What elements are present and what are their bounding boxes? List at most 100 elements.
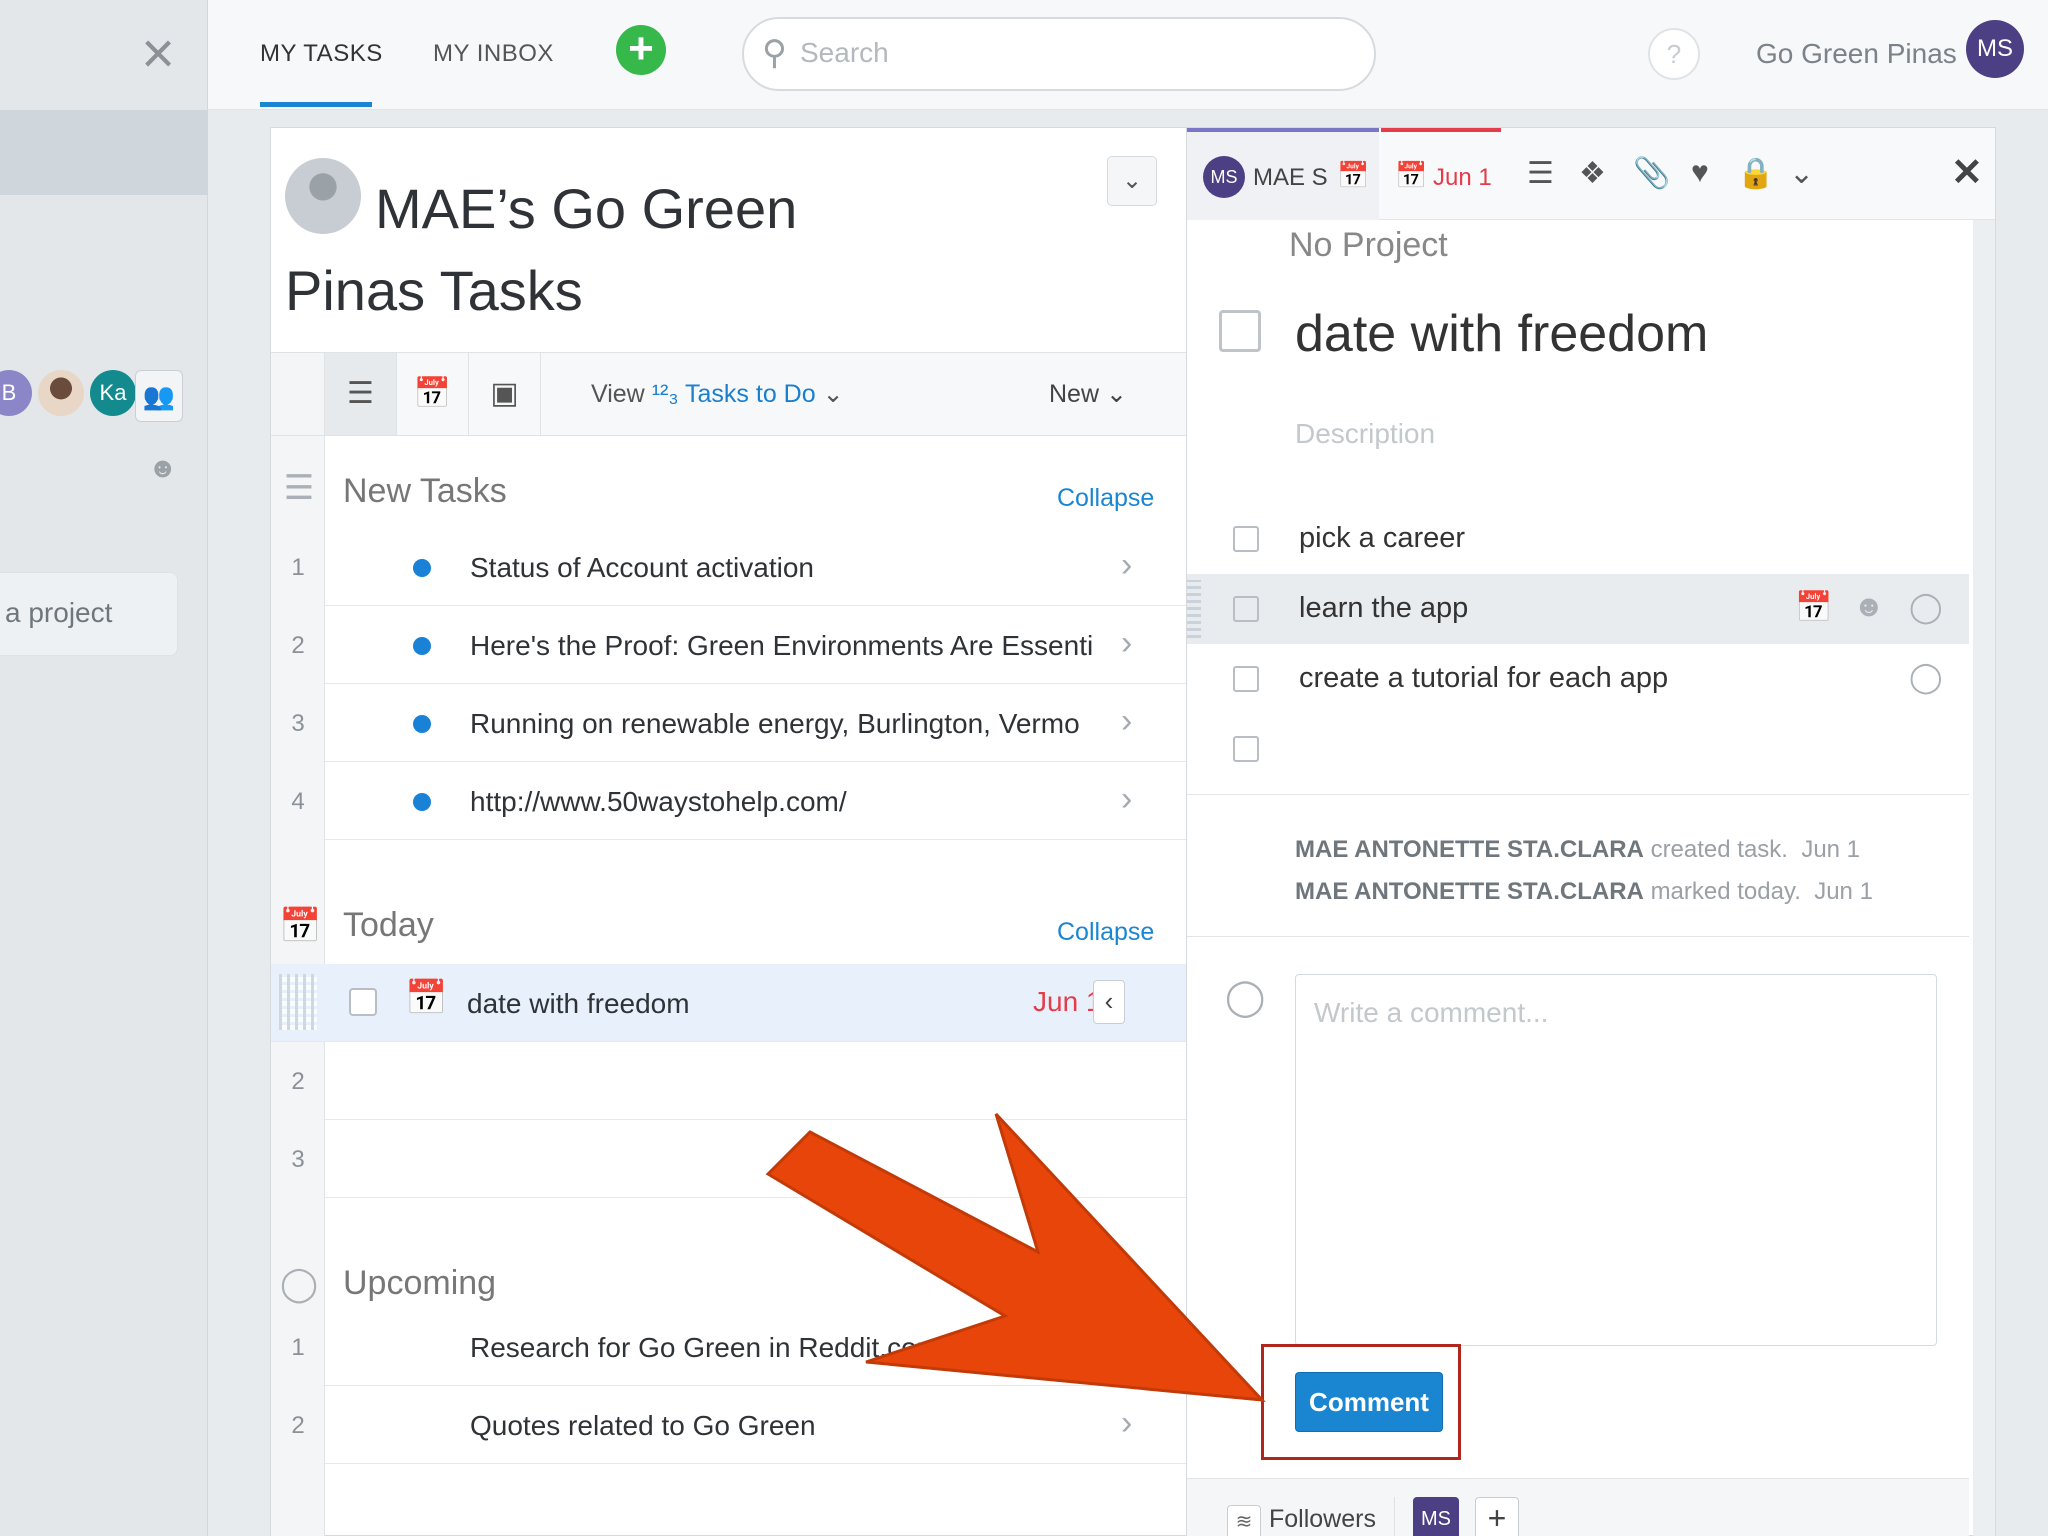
guest-icon[interactable]: ☻ [148,452,177,484]
calendar-view-icon[interactable]: 📅 [397,353,469,435]
person-icon[interactable]: ☻ [1853,590,1885,624]
view-dropdown[interactable]: View ¹²₃ Tasks to Do ⌄ [591,379,844,409]
subtask-checkbox[interactable] [1233,666,1259,692]
chevron-down-icon[interactable]: ⌄ [1789,156,1814,191]
section-title-today: Today [343,906,434,944]
team-avatars: B Ka [0,370,136,416]
attachment-icon[interactable]: 📎 [1633,156,1670,191]
activity-entry: MAE ANTONETTE STA.CLARA created task. Ju… [1295,836,1860,864]
heart-icon[interactable]: ♥ [1691,156,1709,190]
help-icon[interactable]: ? [1648,28,1700,80]
row-number: 1 [291,554,305,581]
task-name: date with freedom [467,988,690,1019]
search-input[interactable] [800,37,1340,69]
subtasks-icon[interactable]: ☰ [1527,156,1554,191]
chevron-down-icon: ⌄ [822,380,844,408]
new-dropdown[interactable]: New ⌄ [1049,379,1127,409]
toolbar-spacer [271,353,325,435]
chevron-right-icon[interactable]: › [1121,702,1132,741]
chevron-right-icon[interactable]: › [1121,780,1132,819]
image-view-icon[interactable]: ▣ [469,353,541,435]
add-task-button[interactable]: + [616,25,666,75]
activity-actor[interactable]: MAE ANTONETTE STA.CLARA [1295,836,1644,863]
add-follower-button[interactable]: + [1475,1497,1519,1536]
avatar[interactable]: Ka [90,370,136,416]
view-filter: Tasks to Do [685,380,816,408]
task-name: Here's the Proof: Green Environments Are… [470,630,1094,661]
scrollbar[interactable] [1973,220,1995,1536]
followers-label: Followers [1269,1505,1376,1533]
user-avatar[interactable]: MS [1966,20,2024,78]
row-number: 3 [291,710,305,737]
due-date-button[interactable]: 📅 Jun 1 [1381,128,1501,220]
clock-icon: ◯ [279,1265,319,1303]
task-row[interactable]: 2 Quotes related to Go Green › [291,1386,1189,1464]
collapse-link[interactable]: Collapse [1057,918,1154,947]
subtask-text[interactable]: create a tutorial for each app [1299,662,1668,695]
search-icon: ⚲ [762,34,787,72]
comment-button[interactable]: Comment [1295,1372,1443,1432]
close-icon[interactable]: × [136,25,180,83]
subtask-row[interactable]: learn the app 📅 ☻ ◯ [1187,574,1969,644]
subtask-checkbox[interactable] [1233,736,1259,762]
people-icon[interactable]: 👥 [135,370,183,422]
comment-icon[interactable]: ◯ [1909,590,1943,625]
tab-my-inbox[interactable]: MY INBOX [433,40,554,68]
chevron-right-icon[interactable]: › [1121,1404,1132,1443]
complete-checkbox[interactable] [1219,310,1261,352]
close-icon[interactable]: ✕ [1951,150,1983,195]
comment-icon[interactable]: ◯ [1909,660,1943,695]
detail-toolbar: MS MAE S 📅 📅 Jun 1 ☰ ❖ 📎 ♥ 🔒 ⌄ ✕ [1187,128,1995,220]
new-label: New [1049,380,1100,408]
subtask-checkbox[interactable] [1233,596,1259,622]
subtask-row[interactable]: pick a career [1187,504,1969,574]
description-field[interactable]: Description [1295,418,1435,450]
subtask-checkbox[interactable] [1233,526,1259,552]
activity-actor[interactable]: MAE ANTONETTE STA.CLARA [1295,878,1644,905]
top-bar: MY TASKS MY INBOX + ⚲ ? Go Green Pinas M… [208,0,2048,110]
task-row[interactable]: 1 Status of Account activation › [291,528,1189,606]
list-view-icon[interactable]: ☰ [325,353,397,435]
subtask-row-empty[interactable] [1187,714,1969,784]
task-row[interactable]: 1 Research for Go Green in Reddit.com [291,1308,1189,1386]
task-row[interactable]: 4 http://www.50waystohelp.com/ › [291,762,1189,840]
task-title[interactable]: date with freedom [1295,304,1708,364]
avatar[interactable] [38,370,84,416]
lock-icon[interactable]: 🔒 [1737,156,1774,191]
chevron-right-icon[interactable]: › [1121,624,1132,663]
drag-handle[interactable] [1187,580,1201,638]
new-indicator-dot [413,559,431,577]
collapse-link[interactable]: Collapse [1057,484,1154,513]
task-checkbox[interactable] [349,988,377,1016]
task-row[interactable]: 2 [291,1042,1189,1120]
task-row[interactable]: 2 Here's the Proof: Green Environments A… [291,606,1189,684]
workspace-name[interactable]: Go Green Pinas [1756,38,1957,70]
subtask-text[interactable]: pick a career [1299,522,1465,555]
followers-bar: ≋ Followers MS + [1187,1478,1969,1536]
assignee-button[interactable]: MS MAE S 📅 [1187,128,1379,220]
subtask-row[interactable]: create a tutorial for each app ◯ [1187,644,1969,714]
row-number: 2 [291,1412,305,1439]
sort-icon: ¹²₃ [651,380,686,408]
task-row[interactable]: 3 [291,1120,1189,1198]
calendar-icon[interactable]: 📅 [1795,590,1832,625]
task-name: Status of Account activation [470,552,814,583]
chevron-down-icon[interactable]: ⌄ [1107,156,1157,206]
follower-avatar[interactable]: MS [1413,1497,1459,1536]
task-row[interactable]: 3 Running on renewable energy, Burlingto… [291,684,1189,762]
left-rail: × B Ka 👥 ☻ a project [0,0,208,1536]
add-project-button[interactable]: a project [0,572,178,656]
tag-icon[interactable]: ❖ [1579,156,1606,191]
due-date: Jun 1 [1033,986,1102,1017]
comment-input[interactable] [1295,974,1937,1346]
followers-button[interactable]: ≋ Followers [1213,1497,1395,1536]
task-row-selected[interactable]: 📅 date with freedom Jun 1 ‹ [271,964,1189,1042]
subtask-text[interactable]: learn the app [1299,592,1468,625]
drag-handle[interactable] [279,974,317,1030]
avatar[interactable]: B [0,370,32,416]
tab-my-tasks[interactable]: MY TASKS [260,40,383,68]
chevron-left-icon[interactable]: ‹ [1093,980,1125,1024]
project-selector[interactable]: No Project [1289,226,1448,265]
chevron-right-icon[interactable]: › [1121,546,1132,585]
search-bar: ⚲ [742,17,1376,91]
